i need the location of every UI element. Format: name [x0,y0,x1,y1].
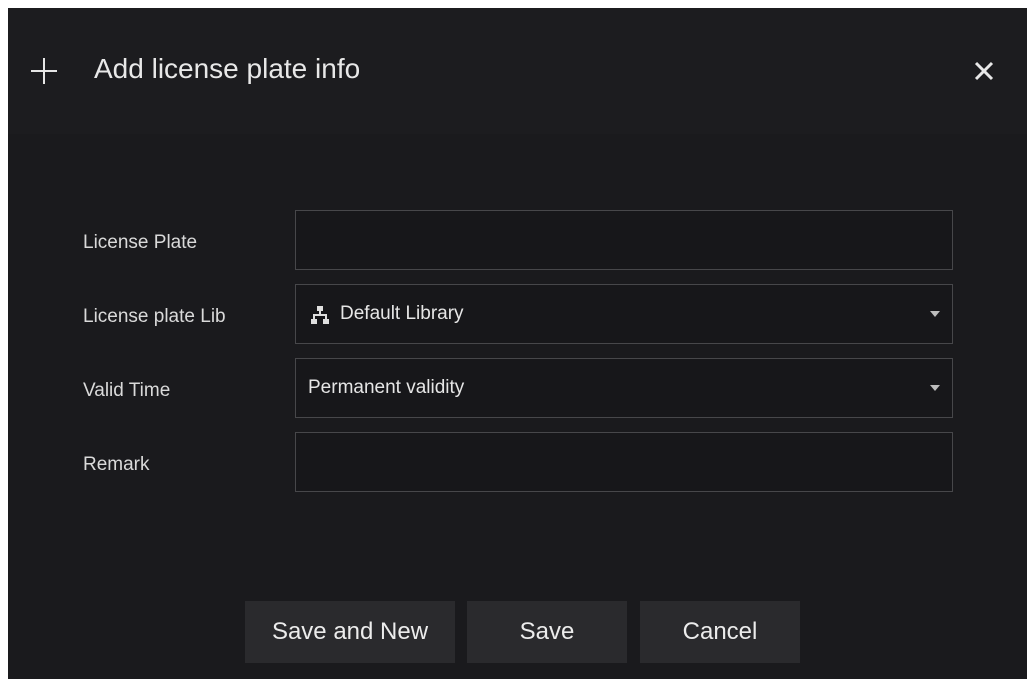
close-icon[interactable] [969,56,999,86]
caret-down-icon[interactable] [930,311,940,317]
remark-input[interactable] [296,433,952,491]
save-and-new-button[interactable]: Save and New [245,601,455,663]
license-plate-field[interactable] [295,210,953,270]
license-plate-lib-value: Default Library [340,303,464,324]
remark-label: Remark [83,454,150,475]
remark-field[interactable] [295,432,953,492]
license-plate-lib-label: License plate Lib [83,306,226,327]
valid-time-label: Valid Time [83,380,171,401]
valid-time-select[interactable]: Permanent validity [295,358,953,418]
dialog-title: Add license plate info [94,53,361,84]
license-plate-lib-select[interactable]: Default Library [295,284,953,344]
add-license-plate-dialog: Add license plate info License Plate Lic… [8,8,1027,679]
plus-icon [31,58,57,84]
caret-down-icon[interactable] [930,385,940,391]
tree-icon [310,305,330,325]
cancel-button[interactable]: Cancel [640,601,800,663]
license-plate-input[interactable] [296,211,952,269]
save-button[interactable]: Save [467,601,627,663]
license-plate-label: License Plate [83,232,198,253]
valid-time-value: Permanent validity [308,377,465,398]
